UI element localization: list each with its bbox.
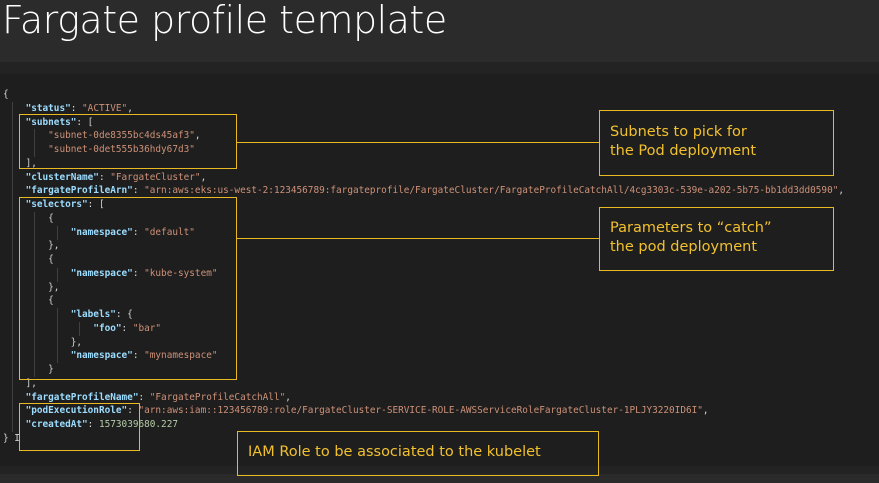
json-string: "arn:aws:eks:us-west-2:123456789:fargate… — [144, 185, 839, 197]
code-line: "fargateProfileArn": "arn:aws:eks:us-wes… — [3, 184, 844, 198]
json-punctuation: { — [3, 89, 9, 100]
subnets-callout-line-2: the Pod deployment — [610, 143, 757, 159]
json-punctuation: : — [70, 102, 83, 114]
json-punctuation: , — [200, 171, 207, 183]
json-key: "fargateProfileArn" — [25, 185, 133, 197]
subnets-callout-line-1: Subnets to pick for — [610, 124, 747, 140]
json-punctuation — [3, 172, 26, 183]
json-punctuation — [3, 103, 26, 114]
json-string: "FargateCluster" — [110, 171, 201, 183]
json-punctuation — [3, 185, 26, 196]
subnets-callout: Subnets to pick for the Pod deployment — [599, 110, 834, 176]
selectors-callout-line-1: Parameters to “catch” — [610, 220, 772, 236]
json-punctuation: , — [285, 391, 291, 403]
selectors-highlight-box — [19, 197, 237, 380]
json-string: "arn:aws:iam::123456789:role/FargateClus… — [138, 405, 703, 417]
json-string: "FargateProfileCatchAll" — [149, 391, 286, 403]
json-key: "fargateProfileName" — [25, 391, 139, 403]
json-string: "ACTIVE" — [82, 102, 128, 114]
json-punctuation: : — [98, 171, 111, 183]
selectors-callout: Parameters to “catch” the pod deployment — [599, 207, 834, 271]
json-punctuation: } — [3, 432, 15, 444]
json-punctuation: , — [702, 405, 709, 417]
subnets-highlight-box — [19, 114, 237, 169]
code-line: { — [3, 88, 844, 102]
json-punctuation — [3, 392, 26, 403]
title-bar: Fargate profile template — [0, 0, 879, 62]
slide-title: Fargate profile template — [2, 0, 447, 42]
role-callout-text: IAM Role to be associated to the kubelet — [248, 444, 541, 460]
role-callout: IAM Role to be associated to the kubelet — [237, 431, 599, 476]
json-punctuation: : — [138, 391, 150, 403]
json-key: "status" — [25, 102, 71, 114]
selectors-callout-line-2: the pod deployment — [610, 239, 758, 255]
json-punctuation: , — [838, 185, 845, 197]
json-key: "clusterName" — [25, 171, 99, 183]
role-highlight-box — [19, 403, 140, 451]
json-punctuation: , — [127, 102, 133, 114]
selectors-connector-line — [237, 238, 599, 239]
json-punctuation: : — [132, 185, 145, 197]
subnets-connector-line — [237, 142, 599, 143]
